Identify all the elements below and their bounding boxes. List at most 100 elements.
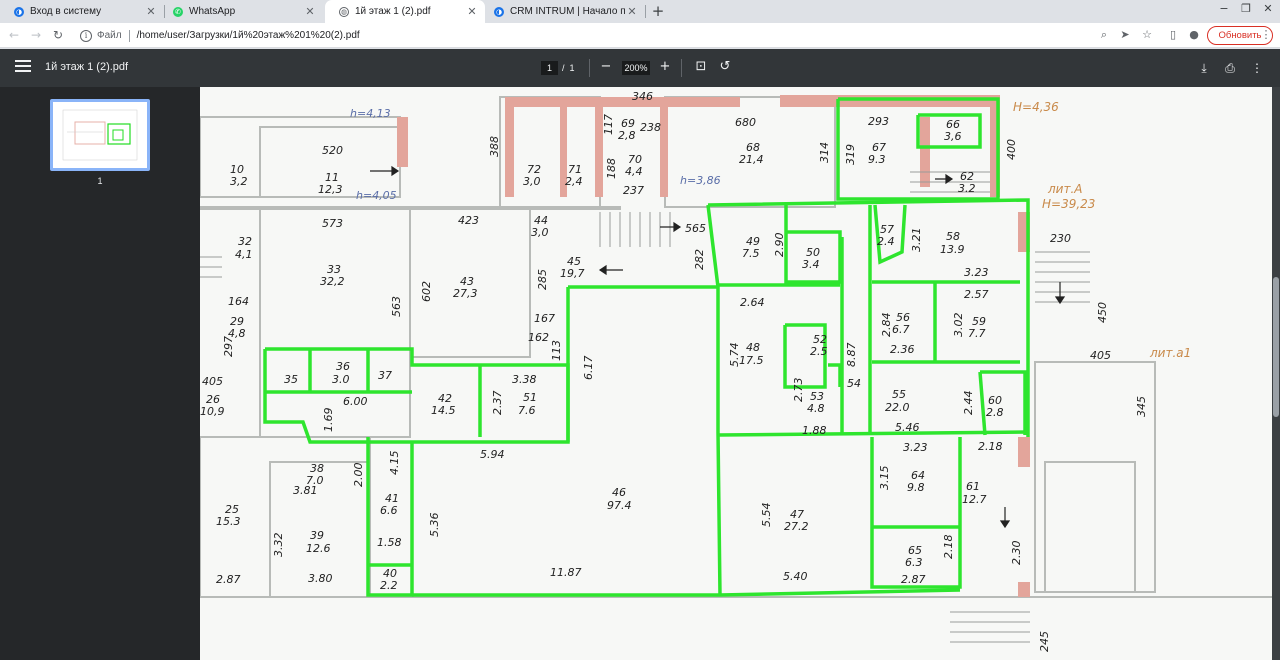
download-icon[interactable]: ⤓: [1196, 60, 1212, 76]
svg-text:2.87: 2.87: [216, 573, 241, 586]
tab-login[interactable]: ◑ Вход в систему ✕: [0, 0, 164, 23]
svg-text:2.87: 2.87: [901, 573, 926, 586]
restore-icon[interactable]: ❐: [1238, 2, 1254, 15]
svg-text:3.81: 3.81: [293, 484, 318, 497]
svg-text:лит.a1: лит.a1: [1149, 346, 1191, 360]
svg-text:450: 450: [1096, 302, 1109, 323]
svg-text:1.58: 1.58: [377, 536, 402, 549]
svg-text:19,7: 19,7: [560, 267, 585, 280]
close-icon[interactable]: ✕: [303, 5, 317, 18]
forward-icon[interactable]: →: [28, 27, 44, 43]
more-menu-icon[interactable]: ⋮: [1259, 28, 1273, 42]
svg-text:21,4: 21,4: [739, 153, 764, 166]
zoom-in-button[interactable]: +: [657, 59, 673, 75]
tab-title: WhatsApp: [189, 6, 236, 17]
svg-text:7.5: 7.5: [742, 247, 760, 260]
reload-icon[interactable]: ↻: [50, 27, 66, 43]
svg-text:5.40: 5.40: [783, 570, 808, 583]
svg-text:2.8: 2.8: [986, 406, 1004, 419]
svg-text:1.88: 1.88: [802, 424, 827, 437]
svg-text:520: 520: [322, 144, 343, 157]
svg-text:2.00: 2.00: [352, 463, 365, 488]
menu-icon[interactable]: [15, 60, 31, 74]
rotate-icon[interactable]: ↺: [717, 59, 733, 75]
page-thumbnail[interactable]: [50, 99, 150, 171]
svg-text:6.17: 6.17: [582, 356, 595, 381]
tab-title: CRM INTRUM | Начало пере: [510, 6, 625, 17]
send-icon[interactable]: ➤: [1118, 28, 1132, 42]
address-bar[interactable]: i Файл /home/user/Загрузки/1й%20этаж%201…: [74, 25, 1201, 46]
minimize-icon[interactable]: −: [1216, 2, 1232, 15]
svg-text:7.6: 7.6: [518, 404, 536, 417]
svg-text:2.18: 2.18: [978, 440, 1003, 453]
toolbar-divider: [681, 59, 682, 77]
svg-text:H=4,36: H=4,36: [1013, 100, 1059, 114]
profile-icon[interactable]: ●: [1187, 28, 1201, 42]
new-tab-button[interactable]: +: [649, 2, 667, 20]
back-icon[interactable]: ←: [6, 27, 22, 43]
svg-text:h=4,13: h=4,13: [350, 107, 391, 120]
tab-title: Вход в систему: [30, 6, 102, 17]
tab-divider: [645, 5, 646, 18]
svg-text:4.8: 4.8: [807, 402, 825, 415]
thumbnail-sidebar: 1: [0, 87, 200, 660]
svg-text:9.3: 9.3: [868, 153, 886, 166]
svg-text:37: 37: [378, 369, 392, 382]
fit-page-icon[interactable]: ⊡: [693, 59, 709, 75]
scrollbar-thumb[interactable]: [1273, 277, 1279, 417]
svg-text:565: 565: [685, 222, 706, 235]
tab-pdf[interactable]: ◍ 1й этаж 1 (2).pdf ✕: [325, 0, 485, 23]
svg-text:2,8: 2,8: [618, 129, 636, 142]
svg-text:5.74: 5.74: [728, 343, 741, 368]
svg-text:2.30: 2.30: [1010, 541, 1023, 566]
svg-text:6.00: 6.00: [343, 395, 368, 408]
svg-text:4.15: 4.15: [388, 451, 401, 476]
svg-text:319: 319: [844, 144, 857, 165]
floor-plan: 103,2 520 1112,3 324,1 573 3332,2 164 29…: [200, 90, 1272, 652]
svg-text:5.36: 5.36: [428, 513, 441, 538]
bookmark-star-icon[interactable]: ☆: [1140, 28, 1154, 42]
url-text[interactable]: /home/user/Загрузки/1й%20этаж%201%20(2).…: [137, 30, 360, 41]
svg-text:285: 285: [536, 269, 549, 290]
svg-text:188: 188: [605, 158, 618, 179]
zoom-out-button[interactable]: −: [598, 59, 614, 75]
svg-text:282: 282: [693, 249, 706, 270]
side-panel-icon[interactable]: ▯: [1166, 28, 1180, 42]
browser-toolbar: ← → ↻ i Файл /home/user/Загрузки/1й%20эт…: [0, 23, 1280, 48]
window-close-icon[interactable]: ✕: [1260, 2, 1276, 15]
zoom-input[interactable]: 200%: [622, 61, 650, 75]
svg-text:2.5: 2.5: [810, 345, 828, 358]
close-icon[interactable]: ✕: [144, 5, 158, 18]
close-icon[interactable]: ✕: [625, 5, 639, 18]
page-number-input[interactable]: 1: [541, 61, 558, 75]
more-options-icon[interactable]: ⋮: [1249, 60, 1265, 76]
svg-text:2.84: 2.84: [880, 313, 893, 338]
svg-text:3.15: 3.15: [878, 466, 891, 491]
svg-text:3.38: 3.38: [512, 373, 537, 386]
svg-text:61: 61: [966, 480, 980, 493]
tab-crm[interactable]: ◑ CRM INTRUM | Начало пере ✕: [480, 0, 645, 23]
close-icon[interactable]: ✕: [465, 5, 479, 18]
svg-text:97.4: 97.4: [607, 499, 632, 512]
svg-text:3.0: 3.0: [332, 373, 350, 386]
page-total: 1: [569, 63, 575, 73]
svg-text:2.64: 2.64: [740, 296, 765, 309]
svg-text:3,0: 3,0: [523, 175, 541, 188]
svg-text:230: 230: [1050, 232, 1071, 245]
svg-text:3,2: 3,2: [230, 175, 248, 188]
thumbnail-number: 1: [97, 176, 103, 186]
zoom-icon[interactable]: ⌕: [1097, 28, 1111, 42]
svg-text:314: 314: [818, 142, 831, 163]
print-icon[interactable]: ⎙: [1222, 60, 1238, 76]
info-icon[interactable]: i: [80, 29, 92, 42]
vertical-scrollbar[interactable]: [1272, 87, 1280, 660]
svg-text:22.0: 22.0: [885, 401, 910, 414]
svg-text:8.87: 8.87: [845, 343, 858, 368]
url-divider: [128, 29, 130, 42]
svg-text:3.80: 3.80: [308, 572, 333, 585]
svg-text:лит.А: лит.А: [1047, 182, 1082, 196]
svg-text:3.32: 3.32: [272, 533, 285, 558]
svg-text:51: 51: [523, 391, 537, 404]
pdf-viewer[interactable]: 10 3,2 520 11 12,3 32 4,1 573 33 32,2 164 29…: [200, 87, 1280, 660]
tab-whatsapp[interactable]: ✆ WhatsApp ✕: [159, 0, 323, 23]
